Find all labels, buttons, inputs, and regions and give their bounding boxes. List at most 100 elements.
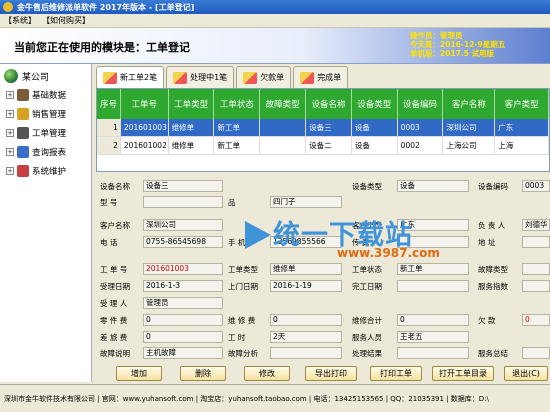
- cell-customer: 上海公司: [443, 137, 496, 154]
- cell-device-name: 设备三: [306, 119, 352, 136]
- tree-item-label: 查询报表: [32, 148, 67, 158]
- device-code-field[interactable]: 0003: [522, 180, 550, 192]
- label-fault-analysis: 故障分析: [228, 349, 258, 358]
- cell-order-no: 201601003: [120, 119, 169, 136]
- download-site-watermark: 统一下载站 www.3987.com: [245, 213, 455, 265]
- tab-label: 新工单2笔: [120, 73, 158, 82]
- repair-fee-field[interactable]: 0: [270, 314, 342, 326]
- tree-item-sales[interactable]: + 销售管理: [6, 108, 66, 120]
- tree-item-maintenance[interactable]: + 系统维护: [6, 165, 66, 177]
- cell-fault-type: [260, 119, 307, 136]
- address-field[interactable]: [522, 236, 550, 248]
- tree-item-reports[interactable]: + 查询报表: [6, 146, 66, 158]
- col-header[interactable]: 设备编码: [398, 89, 444, 119]
- tab-new-orders[interactable]: 新工单2笔: [96, 66, 165, 88]
- device-type-field[interactable]: 设备: [397, 180, 469, 192]
- module-title: 当前您正在使用的模块是：工单登记: [14, 41, 190, 54]
- label-service-staff: 服务人员: [352, 333, 382, 342]
- device-name-field[interactable]: 设备三: [143, 180, 223, 192]
- col-header[interactable]: 客户类型: [495, 89, 549, 119]
- tab-completed[interactable]: 完成单: [293, 66, 349, 88]
- customer-field[interactable]: 深圳公司: [143, 219, 223, 231]
- tab-processing[interactable]: 处理中1笔: [166, 66, 235, 88]
- tools-icon: [17, 165, 29, 177]
- app-icon: [3, 2, 13, 12]
- delete-button[interactable]: 删除: [180, 366, 226, 381]
- export-print-button[interactable]: 导出打印: [305, 366, 357, 381]
- tree-item-label: 系统维护: [32, 167, 67, 177]
- label-finish-date: 完工日期: [352, 282, 382, 291]
- tree-root[interactable]: 某公司: [4, 69, 49, 83]
- tree-item-work-orders[interactable]: + 工单管理: [6, 127, 66, 139]
- service-eval-field[interactable]: [522, 280, 550, 292]
- accept-date-field[interactable]: 2016-1-3: [143, 280, 223, 292]
- version-text: 单机版：2017.5 试用版: [410, 49, 495, 58]
- label-accept-date: 受理日期: [100, 282, 130, 291]
- visit-date-field[interactable]: 2016-1-19: [270, 280, 342, 292]
- tab-arrears[interactable]: 欠款单: [236, 66, 292, 88]
- label-order-no: 工 单 号: [100, 265, 128, 274]
- fault-analysis-field[interactable]: [270, 347, 342, 359]
- fault-desc-field[interactable]: 主机故障: [143, 347, 223, 359]
- table-row[interactable]: 1 201601003 维修单 新工单 设备三 设备 0003 深圳公司 广东: [97, 119, 549, 137]
- database-icon: [17, 89, 29, 101]
- col-header[interactable]: 工单状态: [214, 89, 261, 119]
- print-order-button[interactable]: 打印工单: [370, 366, 422, 381]
- status-text: 深圳市金牛软件技术有限公司 | 官网：www.yuhansoft.com | 淘…: [4, 394, 489, 403]
- col-header[interactable]: 客户名称: [443, 89, 496, 119]
- brand-field[interactable]: 四门子: [270, 196, 342, 208]
- col-header[interactable]: 故障类型: [260, 89, 307, 119]
- parts-fee-field[interactable]: 0: [143, 314, 223, 326]
- label-receiver: 受 理 人: [100, 299, 128, 308]
- nav-tree: 某公司 + 基础数据 + 销售管理 + 工单管理 + 查询报表 + 系统维护: [0, 64, 92, 382]
- debt-field[interactable]: 0: [522, 314, 550, 326]
- finish-date-field[interactable]: [397, 280, 469, 292]
- repair-total-field[interactable]: 0: [397, 314, 469, 326]
- workday-field[interactable]: 2天: [270, 331, 342, 343]
- service-total-field[interactable]: [522, 347, 550, 359]
- receiver-field[interactable]: 管理员: [143, 297, 223, 309]
- phone-field[interactable]: 0755-86545698: [143, 236, 223, 248]
- edit-button[interactable]: 修改: [244, 366, 290, 381]
- open-order-folder-button[interactable]: 打开工单目录: [432, 366, 494, 381]
- service-staff-field[interactable]: 王老五: [397, 331, 469, 343]
- menu-bar: 【系统】 【如何购买】: [0, 14, 550, 28]
- label-repair-total: 维修合计: [352, 316, 382, 325]
- travel-fee-field[interactable]: 0: [143, 331, 223, 343]
- expand-icon[interactable]: +: [6, 148, 14, 156]
- col-header[interactable]: 工单号: [121, 89, 169, 119]
- status-bar: 深圳市金牛软件技术有限公司 | 官网：www.yuhansoft.com | 淘…: [0, 384, 550, 412]
- expand-icon[interactable]: +: [6, 91, 14, 99]
- exit-button[interactable]: 退出(C): [504, 366, 548, 381]
- col-header[interactable]: 设备名称: [306, 89, 352, 119]
- model-field[interactable]: [143, 196, 223, 208]
- col-header[interactable]: 工单类型: [169, 89, 215, 119]
- gear-icon: [17, 127, 29, 139]
- label-service-total: 服务总结: [478, 349, 508, 358]
- table-row[interactable]: 2 201601002 维修单 新工单 设备二 设备 0002 上海公司 上海: [97, 137, 549, 155]
- process-result-field[interactable]: [397, 347, 469, 359]
- expand-icon[interactable]: +: [6, 110, 14, 118]
- tree-item-basic-data[interactable]: + 基础数据: [6, 89, 66, 101]
- expand-icon[interactable]: +: [6, 129, 14, 137]
- col-header[interactable]: 设备类型: [352, 89, 398, 119]
- order-no-field[interactable]: 201601003: [143, 263, 223, 275]
- pencil-icon: [103, 71, 117, 84]
- label-brand: 品: [228, 198, 236, 207]
- expand-icon[interactable]: +: [6, 167, 14, 175]
- order-tabs: 新工单2笔 处理中1笔 欠款单 完成单: [96, 66, 349, 88]
- add-button[interactable]: 增加: [116, 366, 162, 381]
- label-customer: 客户名称: [100, 221, 130, 230]
- order-grid[interactable]: 序号 工单号 工单类型 工单状态 故障类型 设备名称 设备类型 设备编码 客户名…: [96, 88, 550, 172]
- cell-order-no: 201601002: [121, 137, 169, 154]
- label-order-type: 工单类型: [228, 265, 258, 274]
- menu-system[interactable]: 【系统】: [4, 15, 36, 26]
- date-text: 今天是：2016-12-9星期五: [410, 40, 506, 49]
- fault-type-field[interactable]: [522, 263, 550, 275]
- label-person: 负 责 人: [478, 221, 506, 230]
- menu-how-to-buy[interactable]: 【如何购买】: [42, 15, 90, 26]
- person-field[interactable]: 刘德华: [522, 219, 550, 231]
- col-header[interactable]: 序号: [97, 89, 121, 119]
- cell-device-type: 设备: [352, 137, 398, 154]
- label-address: 地 址: [478, 238, 496, 247]
